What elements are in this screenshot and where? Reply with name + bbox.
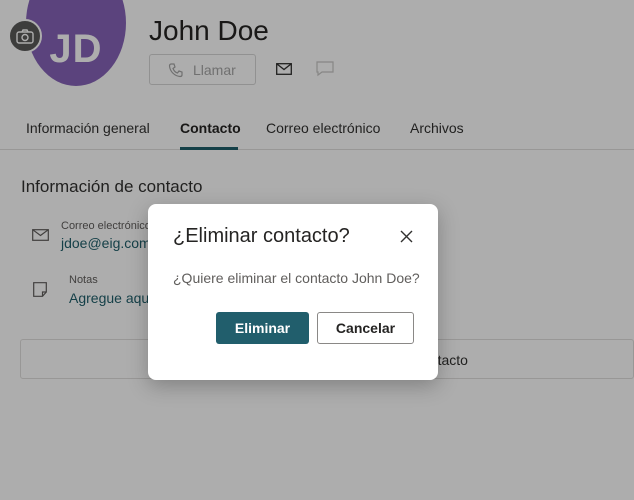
delete-contact-dialog: ¿Eliminar contacto? ¿Quiere eliminar el … [148,204,438,380]
dialog-title: ¿Eliminar contacto? [173,225,350,247]
close-icon [400,230,412,242]
confirm-delete-button[interactable]: Eliminar [216,312,309,344]
dialog-message: ¿Quiere eliminar el contacto John Doe? [173,270,420,286]
close-dialog-button[interactable] [397,227,415,245]
cancel-button[interactable]: Cancelar [317,312,414,344]
